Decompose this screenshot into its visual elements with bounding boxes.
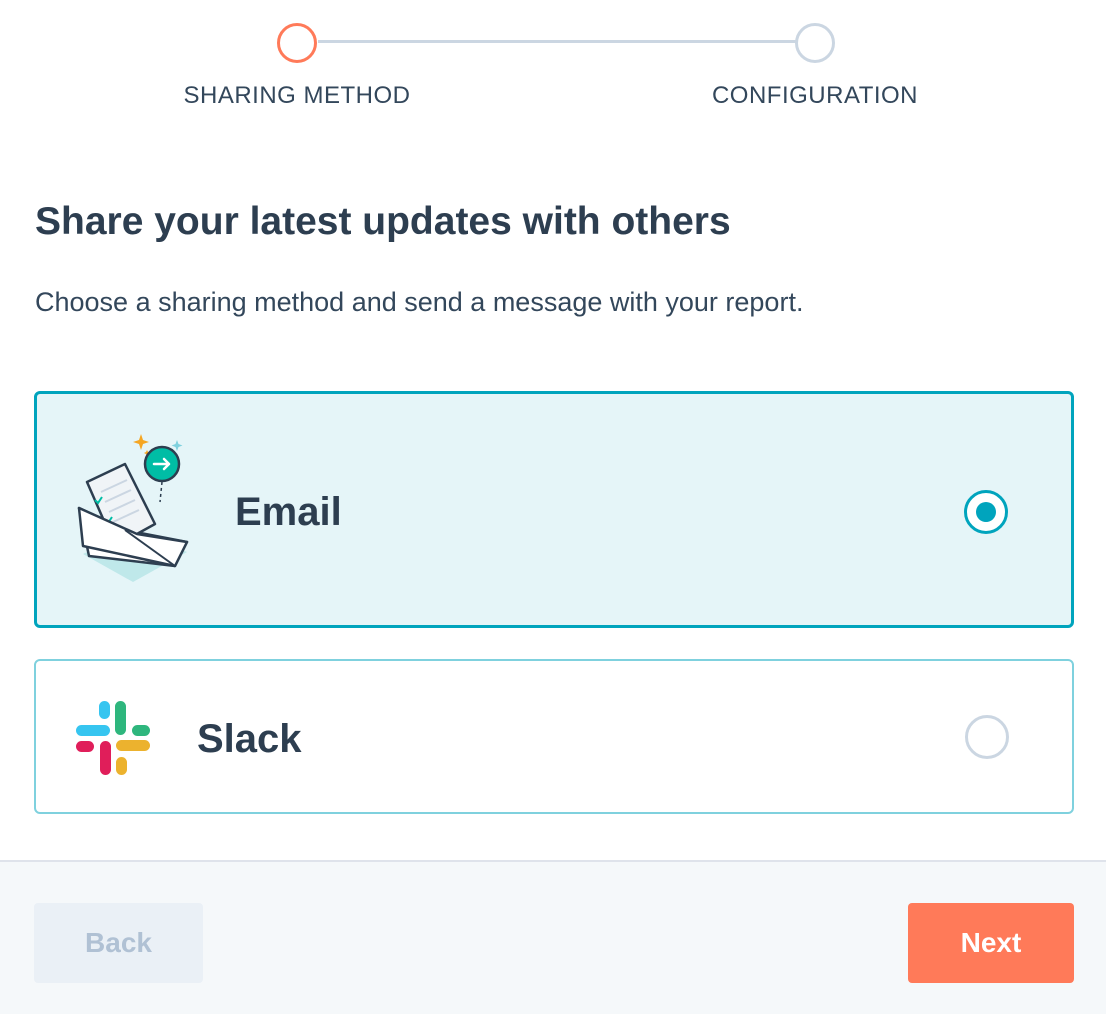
- page-subtitle: Choose a sharing method and send a messa…: [35, 287, 804, 317]
- step-label-configuration: CONFIGURATION: [711, 82, 919, 109]
- slack-logo-icon: [76, 701, 150, 775]
- step-label-sharing-method: SHARING METHOD: [183, 82, 411, 109]
- option-label-email: Email: [235, 490, 342, 534]
- radio-slack[interactable]: [965, 715, 1009, 759]
- email-illustration-icon: [77, 434, 189, 582]
- step-indicator-sharing-method: [277, 23, 317, 63]
- back-button[interactable]: Back: [34, 903, 203, 983]
- share-dialog: SHARING METHOD CONFIGURATION Share your …: [0, 0, 1106, 1014]
- radio-email[interactable]: [964, 490, 1008, 534]
- option-slack[interactable]: Slack: [34, 659, 1074, 814]
- option-email[interactable]: Email: [34, 391, 1074, 628]
- option-label-slack: Slack: [197, 717, 302, 761]
- stepper: SHARING METHOD CONFIGURATION: [0, 0, 1106, 130]
- next-button[interactable]: Next: [908, 903, 1074, 983]
- page-title: Share your latest updates with others: [35, 200, 731, 243]
- stepper-line: [318, 40, 796, 43]
- dialog-footer: Back Next: [0, 860, 1106, 1014]
- step-indicator-configuration: [795, 23, 835, 63]
